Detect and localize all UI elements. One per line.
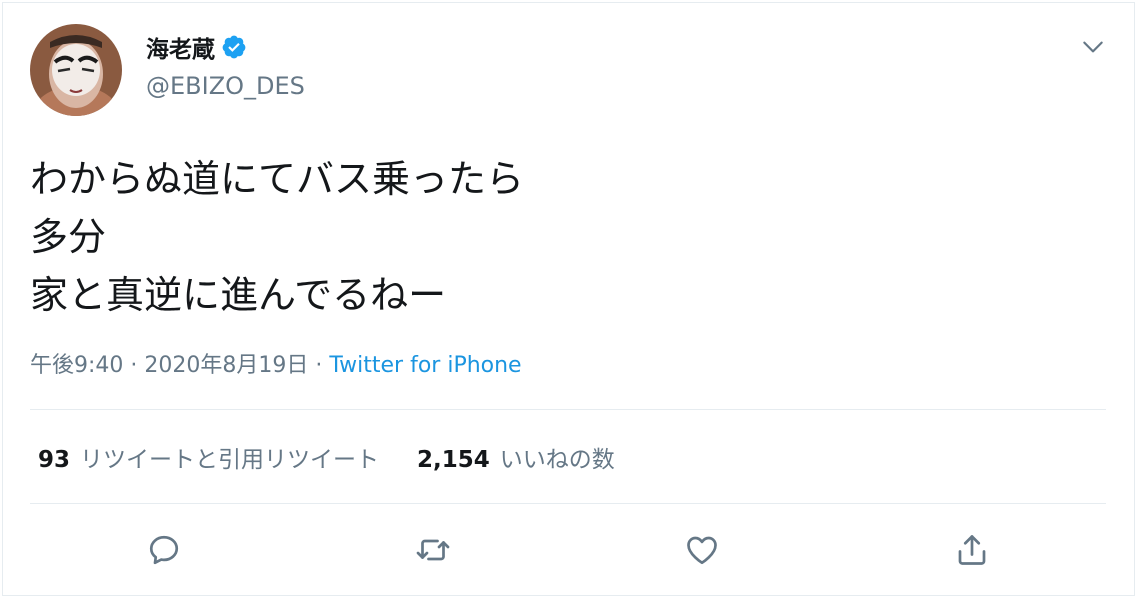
meta-separator: · (308, 353, 330, 378)
likes-count: 2,154 (417, 447, 490, 473)
likes-stat[interactable]: 2,154 いいねの数 (417, 440, 615, 474)
tweet-text: わからぬ道にてバス乗ったら 多分 家と真逆に進んでるねー (30, 150, 1100, 324)
heart-icon (687, 536, 717, 565)
retweet-button[interactable] (413, 530, 453, 570)
chevron-down-icon[interactable] (1080, 34, 1106, 60)
retweets-label: リツイートと引用リツイート (80, 447, 380, 473)
divider (30, 409, 1106, 410)
tweet-line: 多分 (30, 215, 107, 259)
user-handle[interactable]: @EBIZO_DES (146, 72, 305, 100)
tweet-date[interactable]: 2020年8月19日 (144, 353, 308, 378)
meta-separator: · (123, 353, 145, 378)
reply-button[interactable] (144, 530, 184, 570)
display-name[interactable]: 海老蔵 (146, 30, 215, 64)
tweet-source-link[interactable]: Twitter for iPhone (329, 353, 521, 378)
avatar-image (30, 24, 122, 116)
share-button[interactable] (952, 530, 992, 570)
reply-icon (149, 535, 179, 565)
tweet-stats: 93 リツイートと引用リツイート 2,154 いいねの数 (38, 440, 615, 474)
tweet-meta: 午後9:40 · 2020年8月19日 · Twitter for iPhone (30, 347, 522, 379)
user-name-row[interactable]: 海老蔵 (146, 30, 247, 64)
like-button[interactable] (682, 530, 722, 570)
retweet-icon (416, 539, 450, 561)
tweet-line: 家と真逆に進んでるねー (30, 273, 447, 317)
retweets-count: 93 (38, 447, 71, 473)
avatar[interactable] (30, 24, 122, 116)
tweet-time[interactable]: 午後9:40 (30, 353, 123, 378)
tweet-line: わからぬ道にてバス乗ったら (30, 157, 525, 201)
divider (30, 503, 1106, 504)
verified-badge-icon (222, 35, 246, 59)
share-icon (958, 535, 986, 565)
retweets-stat[interactable]: 93 リツイートと引用リツイート (38, 440, 379, 474)
likes-label: いいねの数 (499, 447, 615, 473)
